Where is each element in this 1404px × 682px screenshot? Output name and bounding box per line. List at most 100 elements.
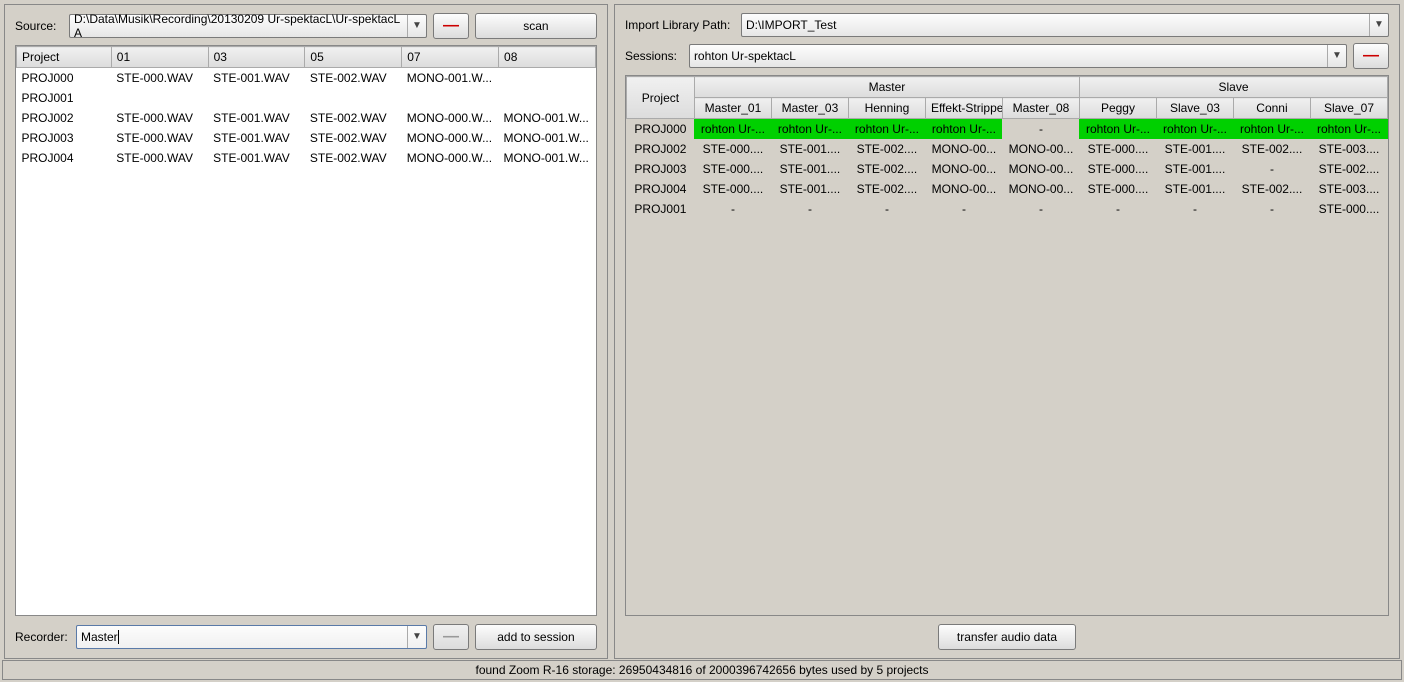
table-cell[interactable]: - — [1233, 199, 1310, 219]
table-row[interactable]: PROJ004STE-000.WAVSTE-001.WAVSTE-002.WAV… — [17, 148, 596, 168]
table-cell[interactable]: STE-001.WAV — [208, 148, 305, 168]
table-cell[interactable]: MONO-00... — [925, 179, 1002, 199]
table-cell[interactable]: - — [1002, 199, 1079, 219]
source-grid-header[interactable]: Project0103050708 — [17, 47, 596, 68]
table-cell[interactable]: MONO-00... — [1002, 139, 1079, 159]
track-column-header[interactable]: Master_03 — [771, 98, 848, 119]
table-cell[interactable]: STE-002.WAV — [305, 128, 402, 148]
source-remove-button[interactable]: — — [433, 13, 469, 39]
table-cell[interactable]: STE-000.WAV — [111, 128, 208, 148]
table-cell[interactable]: PROJ004 — [17, 148, 112, 168]
table-cell[interactable]: STE-002.WAV — [305, 148, 402, 168]
project-cell[interactable]: PROJ001 — [626, 199, 694, 219]
table-cell[interactable]: STE-002.... — [1233, 139, 1310, 159]
table-cell[interactable]: PROJ003 — [17, 128, 112, 148]
master-group-header[interactable]: Master — [694, 77, 1079, 98]
column-header[interactable]: 01 — [111, 47, 208, 68]
table-row[interactable]: PROJ000rohton Ur-...rohton Ur-...rohton … — [626, 119, 1387, 140]
table-cell[interactable]: STE-000.WAV — [111, 148, 208, 168]
project-cell[interactable]: PROJ003 — [626, 159, 694, 179]
table-cell[interactable]: STE-000.WAV — [111, 68, 208, 89]
table-cell[interactable]: - — [694, 199, 771, 219]
session-remove-button[interactable]: — — [1353, 43, 1389, 69]
table-cell[interactable]: rohton Ur-... — [848, 119, 925, 140]
track-column-header[interactable]: Master_01 — [694, 98, 771, 119]
table-cell[interactable]: PROJ001 — [17, 88, 112, 108]
project-column-header[interactable]: Project — [626, 77, 694, 119]
table-cell[interactable]: STE-002.WAV — [305, 108, 402, 128]
table-cell[interactable]: STE-000.WAV — [111, 108, 208, 128]
sessions-grid-track-header[interactable]: Master_01Master_03HenningEffekt-StrippeM… — [626, 98, 1387, 119]
table-cell[interactable]: PROJ002 — [17, 108, 112, 128]
column-header[interactable]: 03 — [208, 47, 305, 68]
table-cell[interactable]: STE-001.... — [771, 139, 848, 159]
table-cell[interactable]: STE-001.... — [1156, 159, 1233, 179]
table-cell[interactable]: MONO-00... — [925, 159, 1002, 179]
track-column-header[interactable]: Henning — [848, 98, 925, 119]
add-to-session-button[interactable]: add to session — [475, 624, 597, 650]
table-cell[interactable]: STE-000.... — [694, 179, 771, 199]
table-cell[interactable]: STE-002.... — [1310, 159, 1387, 179]
table-cell[interactable]: MONO-000.W... — [402, 148, 499, 168]
table-cell[interactable]: STE-001.WAV — [208, 108, 305, 128]
table-row[interactable]: PROJ001--------STE-000.... — [626, 199, 1387, 219]
track-column-header[interactable]: Conni — [1233, 98, 1310, 119]
table-cell[interactable]: rohton Ur-... — [694, 119, 771, 140]
table-row[interactable]: PROJ003STE-000....STE-001....STE-002....… — [626, 159, 1387, 179]
table-cell[interactable]: STE-000.... — [694, 139, 771, 159]
table-cell[interactable]: rohton Ur-... — [1156, 119, 1233, 140]
track-column-header[interactable]: Peggy — [1079, 98, 1156, 119]
table-cell[interactable]: MONO-000.W... — [402, 108, 499, 128]
column-header[interactable]: 05 — [305, 47, 402, 68]
table-cell[interactable]: - — [1079, 199, 1156, 219]
table-cell[interactable]: STE-000.... — [1079, 139, 1156, 159]
sessions-grid[interactable]: Project Master Slave Master_01Master_03H… — [625, 75, 1389, 616]
project-cell[interactable]: PROJ000 — [626, 119, 694, 140]
table-row[interactable]: PROJ004STE-000....STE-001....STE-002....… — [626, 179, 1387, 199]
table-cell[interactable]: STE-001.... — [1156, 179, 1233, 199]
table-cell[interactable]: MONO-001.W... — [499, 148, 596, 168]
column-header[interactable]: Project — [17, 47, 112, 68]
table-cell[interactable]: MONO-001.W... — [499, 108, 596, 128]
table-cell[interactable]: STE-001.WAV — [208, 128, 305, 148]
import-path-combo[interactable]: D:\IMPORT_Test ▼ — [741, 13, 1389, 37]
table-cell[interactable]: rohton Ur-... — [925, 119, 1002, 140]
track-column-header[interactable]: Slave_07 — [1310, 98, 1387, 119]
table-cell[interactable]: STE-002.... — [848, 139, 925, 159]
table-cell[interactable]: STE-001.... — [1156, 139, 1233, 159]
sessions-combo[interactable]: rohton Ur-spektacL ▼ — [689, 44, 1347, 68]
table-cell[interactable]: PROJ000 — [17, 68, 112, 89]
dropdown-arrow-icon[interactable]: ▼ — [1369, 14, 1388, 36]
dropdown-arrow-icon[interactable]: ▼ — [1327, 45, 1346, 67]
table-row[interactable]: PROJ002STE-000.WAVSTE-001.WAVSTE-002.WAV… — [17, 108, 596, 128]
table-cell[interactable]: STE-002.... — [1233, 179, 1310, 199]
table-cell[interactable]: MONO-00... — [1002, 179, 1079, 199]
track-column-header[interactable]: Master_08 — [1002, 98, 1079, 119]
table-row[interactable]: PROJ001 — [17, 88, 596, 108]
table-cell[interactable]: - — [925, 199, 1002, 219]
table-cell[interactable] — [208, 88, 305, 108]
table-cell[interactable]: STE-003.... — [1310, 179, 1387, 199]
slave-group-header[interactable]: Slave — [1079, 77, 1387, 98]
scan-button[interactable]: scan — [475, 13, 597, 39]
table-cell[interactable]: - — [1156, 199, 1233, 219]
table-cell[interactable] — [499, 68, 596, 89]
table-cell[interactable]: MONO-000.W... — [402, 128, 499, 148]
table-cell[interactable]: - — [848, 199, 925, 219]
table-cell[interactable]: - — [1002, 119, 1079, 140]
dropdown-arrow-icon[interactable]: ▼ — [407, 15, 426, 37]
table-cell[interactable]: MONO-00... — [1002, 159, 1079, 179]
table-cell[interactable] — [499, 88, 596, 108]
table-cell[interactable]: STE-003.... — [1310, 139, 1387, 159]
column-header[interactable]: 07 — [402, 47, 499, 68]
table-row[interactable]: PROJ000STE-000.WAVSTE-001.WAVSTE-002.WAV… — [17, 68, 596, 89]
table-row[interactable]: PROJ002STE-000....STE-001....STE-002....… — [626, 139, 1387, 159]
sessions-grid-group-header[interactable]: Project Master Slave — [626, 77, 1387, 98]
table-cell[interactable]: STE-000.... — [1310, 199, 1387, 219]
source-combo[interactable]: D:\Data\Musik\Recording\20130209 Ur-spek… — [69, 14, 427, 38]
source-grid[interactable]: Project0103050708 PROJ000STE-000.WAVSTE-… — [15, 45, 597, 616]
table-cell[interactable] — [111, 88, 208, 108]
table-cell[interactable]: STE-001.WAV — [208, 68, 305, 89]
table-cell[interactable]: rohton Ur-... — [1079, 119, 1156, 140]
table-cell[interactable]: rohton Ur-... — [1310, 119, 1387, 140]
